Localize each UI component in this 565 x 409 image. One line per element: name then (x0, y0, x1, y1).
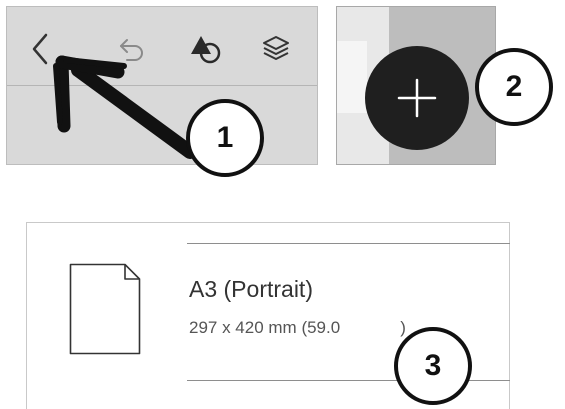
paper-dimensions-tail: ) (400, 318, 406, 337)
paper-name: A3 (Portrait) (189, 276, 313, 302)
callout-3: 3 (394, 327, 472, 405)
callout-2: 2 (475, 48, 553, 126)
add-button[interactable] (365, 46, 469, 150)
callout-1: 1 (186, 99, 264, 177)
page-icon (69, 263, 141, 355)
panel-strip-inner (337, 41, 367, 113)
add-panel (336, 6, 496, 165)
plus-icon (397, 78, 437, 118)
paper-dimensions-text: 297 x 420 mm (59.0 (189, 318, 341, 337)
paper-dimensions: 297 x 420 mm (59.0) (189, 318, 406, 338)
separator-top (187, 243, 510, 244)
